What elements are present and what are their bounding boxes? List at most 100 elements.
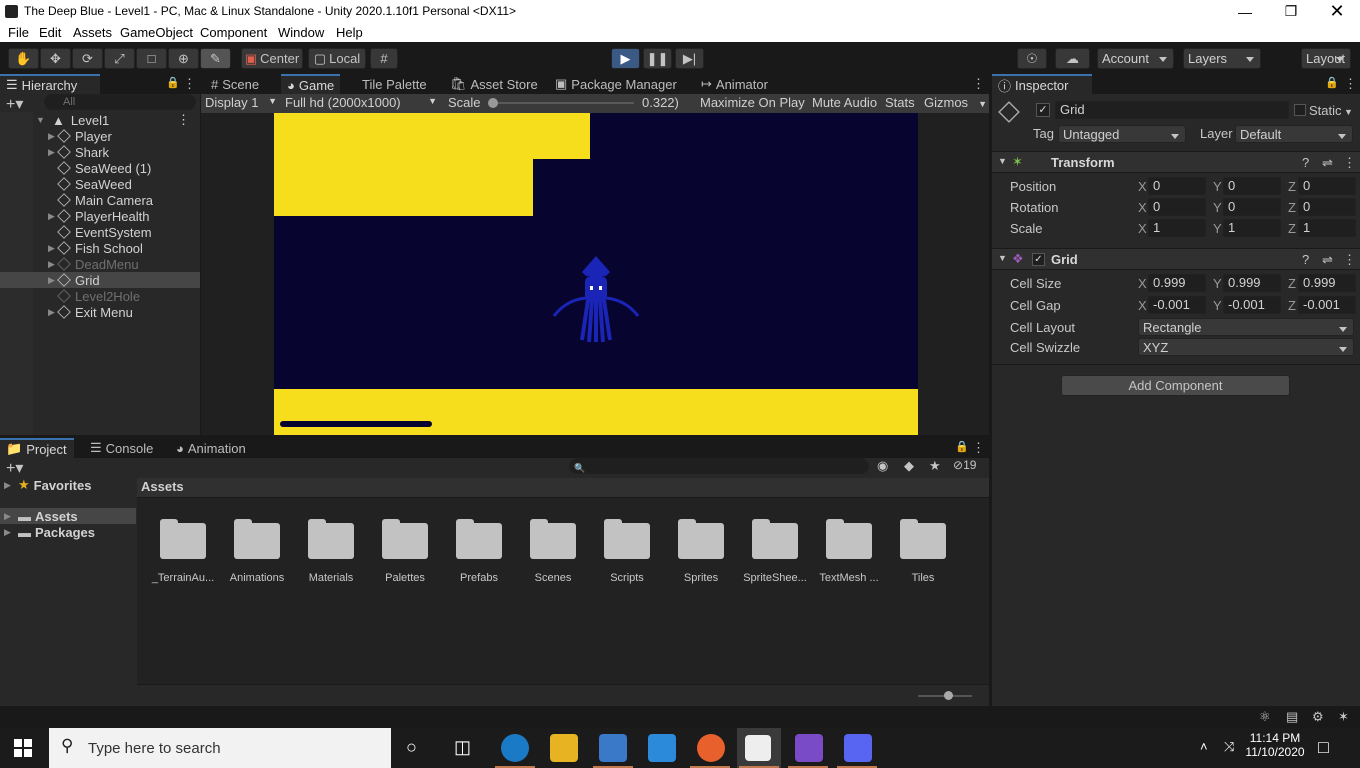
lock-icon[interactable]: 🔒 xyxy=(1325,76,1339,89)
folder-icon[interactable] xyxy=(308,519,356,559)
move-tool-icon[interactable]: ✥ xyxy=(40,48,71,69)
cell-size-z-field[interactable]: 0.999 xyxy=(1298,274,1356,292)
visual-studio-icon[interactable] xyxy=(795,734,823,762)
active-checkbox[interactable]: ✓ xyxy=(1036,103,1050,117)
close-icon[interactable]: ✕ xyxy=(1314,0,1360,23)
maximize-on-play-toggle[interactable]: Maximize On Play xyxy=(700,95,805,110)
scale-slider-thumb[interactable] xyxy=(488,98,498,108)
static-dropdown[interactable]: Static ▼ xyxy=(1309,103,1353,118)
transform-scale-y-field[interactable]: 1 xyxy=(1223,219,1281,237)
rotate-tool-icon[interactable]: ⟳ xyxy=(72,48,103,69)
transform-scale-x-field[interactable]: 1 xyxy=(1148,219,1206,237)
cell-size-y-field[interactable]: 0.999 xyxy=(1223,274,1281,292)
hierarchy-item[interactable]: SeaWeed xyxy=(0,176,200,192)
favorites-row[interactable]: ▶ ★ Favorites xyxy=(0,477,136,493)
filter-type-icon[interactable]: ◉ xyxy=(877,458,888,474)
scene-menu-icon[interactable]: ⋮ xyxy=(177,112,190,128)
cell-gap-x-field[interactable]: -0.001 xyxy=(1148,296,1206,314)
folder-icon[interactable] xyxy=(530,519,578,559)
tab-scene[interactable]: # Scene xyxy=(205,74,265,94)
display-dropdown[interactable]: Display 1 ▼ xyxy=(205,95,279,112)
chevron-up-icon[interactable]: ˄ xyxy=(1200,739,1208,754)
cell-swizzle-dropdown[interactable]: XYZ xyxy=(1138,338,1354,356)
layer-dropdown[interactable]: Default xyxy=(1235,125,1353,143)
scene-row[interactable]: ▼ ▲ Level1 ⋮ xyxy=(0,112,200,128)
project-menu-icon[interactable]: ⋮ xyxy=(972,440,985,456)
transform-header[interactable]: ▼ ✶ Transform ? ⇌ ⋮ xyxy=(992,151,1360,173)
menu-component[interactable]: Component xyxy=(200,25,267,40)
hand-tool-icon[interactable]: ✋ xyxy=(8,48,39,69)
discord-icon[interactable] xyxy=(844,734,872,762)
minimize-icon[interactable]: — xyxy=(1222,0,1268,23)
folder-icon[interactable] xyxy=(752,519,800,559)
folder-icon[interactable] xyxy=(234,519,282,559)
add-icon[interactable]: +▾ xyxy=(6,94,23,114)
taskbar-search-input[interactable]: ⚲ Type here to search xyxy=(49,728,391,768)
hierarchy-item[interactable]: ▶ DeadMenu xyxy=(0,256,200,272)
scale-slider-track[interactable] xyxy=(492,102,634,104)
tab-animation[interactable]: ◕ Animation xyxy=(170,438,252,458)
windows-start-icon[interactable] xyxy=(14,739,32,757)
tab-console[interactable]: ☰ Console xyxy=(84,438,159,458)
menu-gameobject[interactable]: GameObject xyxy=(120,25,193,40)
tab-tile-palette[interactable]: Tile Palette xyxy=(356,74,433,94)
add-component-button[interactable]: Add Component xyxy=(1061,375,1290,396)
menu-help[interactable]: Help xyxy=(336,25,363,40)
project-search-input[interactable]: 🔍 xyxy=(569,458,869,474)
transform-position-x-field[interactable]: 0 xyxy=(1148,177,1206,195)
menu-window[interactable]: Window xyxy=(278,25,324,40)
maximize-icon[interactable]: ❐ xyxy=(1268,0,1314,23)
folder-icon[interactable] xyxy=(826,519,874,559)
cortana-icon[interactable]: ○ xyxy=(406,737,417,758)
hierarchy-item[interactable]: ▶ Player xyxy=(0,128,200,144)
game-menu-icon[interactable]: ⋮ xyxy=(972,76,985,92)
hierarchy-item[interactable]: Main Camera xyxy=(0,192,200,208)
cell-gap-z-field[interactable]: -0.001 xyxy=(1298,296,1356,314)
transform-position-z-field[interactable]: 0 xyxy=(1298,177,1356,195)
pivot-local-button[interactable]: ▢ Local xyxy=(308,48,366,69)
edge-icon[interactable] xyxy=(501,734,529,762)
help-icon[interactable]: ? xyxy=(1302,252,1309,267)
favorite-star-icon[interactable]: ★ xyxy=(929,458,941,474)
grid-enabled-checkbox[interactable]: ✓ xyxy=(1032,253,1045,266)
component-menu-icon[interactable]: ⋮ xyxy=(1343,155,1356,171)
firefox-icon[interactable] xyxy=(697,734,725,762)
network-icon[interactable]: ⤨ xyxy=(1224,739,1234,755)
transform-tool-icon[interactable]: ⊕ xyxy=(168,48,199,69)
custom-tool-icon[interactable]: ✎ xyxy=(200,48,231,69)
transform-rotation-y-field[interactable]: 0 xyxy=(1223,198,1281,216)
transform-position-y-field[interactable]: 0 xyxy=(1223,177,1281,195)
pivot-center-button[interactable]: ▣ Center xyxy=(241,48,303,69)
hierarchy-item[interactable]: ▶ Exit Menu xyxy=(0,304,200,320)
transform-rotation-z-field[interactable]: 0 xyxy=(1298,198,1356,216)
hierarchy-item[interactable]: Level2Hole xyxy=(0,288,200,304)
menu-assets[interactable]: Assets xyxy=(73,25,112,40)
tab-inspector[interactable]: ⓘ Inspector xyxy=(992,74,1092,94)
folder-icon[interactable] xyxy=(382,519,430,559)
preset-icon[interactable]: ⇌ xyxy=(1322,252,1333,268)
task-view-icon[interactable]: ◫ xyxy=(454,737,471,758)
mute-audio-toggle[interactable]: Mute Audio xyxy=(812,95,877,110)
cache-icon[interactable]: ▤ xyxy=(1286,709,1298,725)
lock-icon[interactable]: 🔒 xyxy=(955,440,969,453)
cell-layout-dropdown[interactable]: Rectangle xyxy=(1138,318,1354,336)
object-name-field[interactable]: Grid xyxy=(1055,101,1289,119)
play-button[interactable]: ▶ xyxy=(611,48,640,69)
tag-dropdown[interactable]: Untagged xyxy=(1058,125,1186,143)
tab-package-manager[interactable]: ▣ Package Manager xyxy=(549,74,683,94)
tab-asset-store[interactable]: 🛍 Asset Store xyxy=(444,74,544,94)
static-checkbox[interactable] xyxy=(1294,104,1306,116)
filter-label-icon[interactable]: ◆ xyxy=(904,458,914,474)
tab-hierarchy[interactable]: ☰ Hierarchy xyxy=(0,74,100,94)
grid-component-header[interactable]: ▼ ❖ ✓ Grid ? ⇌ ⋮ xyxy=(992,248,1360,270)
rect-tool-icon[interactable]: □ xyxy=(136,48,167,69)
clock[interactable]: 11:14 PM 11/10/2020 xyxy=(1244,731,1306,759)
pause-button[interactable]: ❚❚ xyxy=(643,48,672,69)
auto-generate-icon[interactable]: ⚛ xyxy=(1259,709,1271,725)
create-icon[interactable]: +▾ xyxy=(6,458,23,478)
step-button[interactable]: ▶| xyxy=(675,48,704,69)
stats-toggle[interactable]: Stats xyxy=(885,95,915,110)
unity-icon[interactable] xyxy=(745,735,771,761)
menu-file[interactable]: File xyxy=(8,25,29,40)
hierarchy-item[interactable]: ▶ Grid xyxy=(0,272,200,288)
